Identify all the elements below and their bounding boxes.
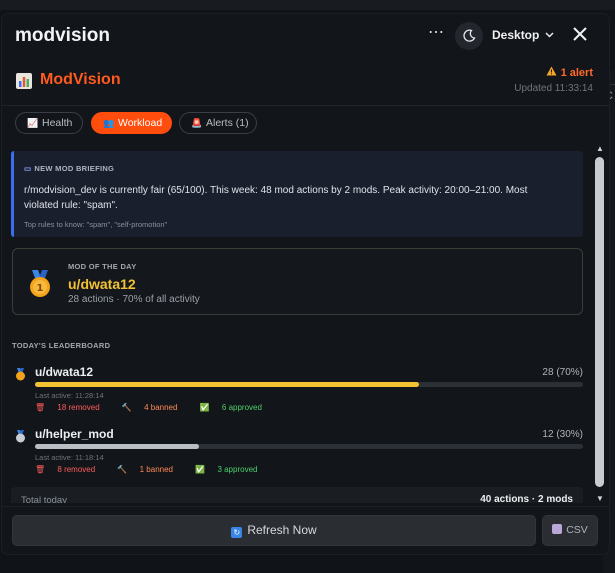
action-breakdown: 🗑 18 removed 🔨 4 banned ✅ 6 approved	[35, 403, 282, 412]
download-icon	[552, 524, 563, 534]
approved-count: ✅ 6 approved	[200, 403, 272, 412]
removed-count: 🗑 8 removed	[35, 465, 105, 474]
gold-medal-icon: 1	[30, 270, 50, 297]
scroll-up-arrow-icon[interactable]: ▲	[594, 143, 606, 155]
refresh-label: Refresh Now	[247, 523, 317, 537]
leaderboard-row: u/dwata12 28 (70%) Last active: 11:28:14…	[11, 365, 585, 417]
siren-icon: 🚨	[191, 118, 203, 128]
mod-of-the-day-user[interactable]: u/dwata12	[68, 276, 136, 292]
totals-bar: Total today 40 actions · 2 mods	[11, 487, 583, 503]
tab-health[interactable]: 📈 Health	[15, 112, 83, 134]
brand-name: ModVision	[40, 71, 121, 88]
leaderboard-count: 12 (30%)	[542, 429, 583, 440]
tab-workload-label: Workload	[118, 117, 163, 129]
bar-chart-icon	[16, 73, 32, 89]
modvision-panel: modvision ⋯ Desktop ModVision 1 alert Up…	[2, 14, 609, 554]
mod-of-the-day-card: 1 MOD OF THE DAY u/dwata12 28 actions · …	[12, 248, 583, 315]
tab-health-label: Health	[42, 117, 73, 129]
divider	[2, 506, 609, 507]
totals-value: 40 actions · 2 mods	[480, 494, 573, 503]
leaderboard-title: TODAY'S LEADERBOARD	[12, 341, 111, 350]
scrollbar-thumb[interactable]	[595, 157, 604, 487]
svg-text:1: 1	[37, 283, 44, 294]
trash-icon: 🗑	[35, 465, 46, 474]
people-icon: 👥	[103, 118, 115, 128]
screen-background: C modvision ⋯ Desktop ModVision	[0, 0, 615, 573]
mod-briefing-card: ▭ NEW MOD BRIEFING r/modvision_dev is cur…	[11, 151, 583, 237]
chevron-down-icon	[545, 32, 554, 38]
window-header: modvision ⋯ Desktop	[2, 14, 609, 60]
gold-medal-icon	[16, 368, 25, 381]
removed-count-text: 18 removed	[57, 403, 100, 412]
mod-of-the-day-label: MOD OF THE DAY	[68, 262, 137, 271]
activity-share-fill	[35, 382, 419, 387]
tab-workload[interactable]: 👥 Workload	[91, 112, 172, 134]
last-active: Last active: 11:18:14	[35, 453, 104, 462]
hammer-icon: 🔨	[121, 403, 132, 412]
mod-of-the-day-summary: 28 actions · 70% of all activity	[68, 294, 200, 305]
close-icon	[573, 27, 587, 41]
activity-share-fill	[35, 444, 200, 449]
briefing-heading-text: NEW MOD BRIEFING	[34, 164, 115, 173]
window-title: modvision	[15, 25, 111, 46]
approved-count-text: 6 approved	[221, 403, 262, 412]
alert-indicator[interactable]: 1 alert	[546, 66, 593, 79]
totals-label: Total today	[21, 495, 67, 503]
chart-icon: 📈	[27, 118, 39, 128]
banned-count-text: 1 banned	[139, 465, 173, 474]
silver-medal-icon	[16, 430, 25, 443]
banned-count: 🔨 4 banned	[122, 403, 188, 412]
approved-count-text: 3 approved	[217, 465, 258, 474]
csv-label: CSV	[566, 524, 588, 536]
refresh-icon: ↻	[231, 527, 243, 538]
view-mode-value: Desktop	[492, 28, 540, 42]
activity-share-bar	[35, 444, 583, 449]
leaderboard-row: u/helper_mod 12 (30%) Last active: 11:18…	[11, 427, 585, 479]
view-mode-select[interactable]: Desktop	[492, 23, 558, 47]
window-top-edge	[0, 0, 615, 10]
scroll-down-arrow-icon[interactable]: ▼	[594, 493, 606, 505]
refresh-now-button[interactable]: ↻ Refresh Now	[12, 515, 536, 546]
activity-share-bar	[35, 382, 583, 387]
content-scrollbar[interactable]: ▲ ▼	[593, 141, 607, 505]
book-icon: ▭	[24, 164, 32, 173]
banned-count-text: 4 banned	[144, 403, 178, 412]
action-breakdown: 🗑 8 removed 🔨 1 banned ✅ 3 approved	[35, 465, 277, 474]
alert-count-text: 1 alert	[560, 67, 593, 79]
check-icon: ✅	[195, 465, 206, 474]
check-icon: ✅	[199, 403, 210, 412]
workload-content: ▭ NEW MOD BRIEFING r/modvision_dev is cur…	[11, 147, 585, 503]
approved-count: ✅ 3 approved	[195, 465, 267, 474]
hammer-icon: 🔨	[117, 465, 128, 474]
briefing-text: r/modvision_dev is currently fair (65/10…	[24, 185, 528, 211]
briefing-top-rules: Top rules to know: "spam", "self-promoti…	[24, 220, 168, 229]
leaderboard-user[interactable]: u/dwata12	[35, 365, 93, 379]
close-button[interactable]	[570, 24, 590, 46]
export-csv-button[interactable]: CSV	[542, 515, 598, 546]
leaderboard-user[interactable]: u/helper_mod	[35, 427, 114, 441]
warning-icon	[546, 66, 557, 76]
trash-icon: 🗑	[35, 403, 46, 412]
tab-alerts[interactable]: 🚨 Alerts (1)	[179, 112, 257, 134]
last-active: Last active: 11:28:14	[35, 391, 104, 400]
theme-toggle-button[interactable]	[455, 22, 483, 50]
leaderboard-count: 28 (70%)	[542, 367, 583, 378]
banned-count: 🔨 1 banned	[117, 465, 183, 474]
removed-count-text: 8 removed	[57, 465, 96, 474]
removed-count: 🗑 18 removed	[35, 403, 110, 412]
moon-icon	[463, 29, 476, 42]
tab-alerts-label: Alerts (1)	[206, 117, 249, 129]
updated-timestamp: Updated 11:33:14	[514, 83, 593, 94]
brand-bar: ModVision 1 alert Updated 11:33:14	[2, 60, 609, 106]
briefing-heading: ▭ NEW MOD BRIEFING	[24, 164, 114, 173]
more-options-button[interactable]: ⋯	[426, 22, 446, 46]
